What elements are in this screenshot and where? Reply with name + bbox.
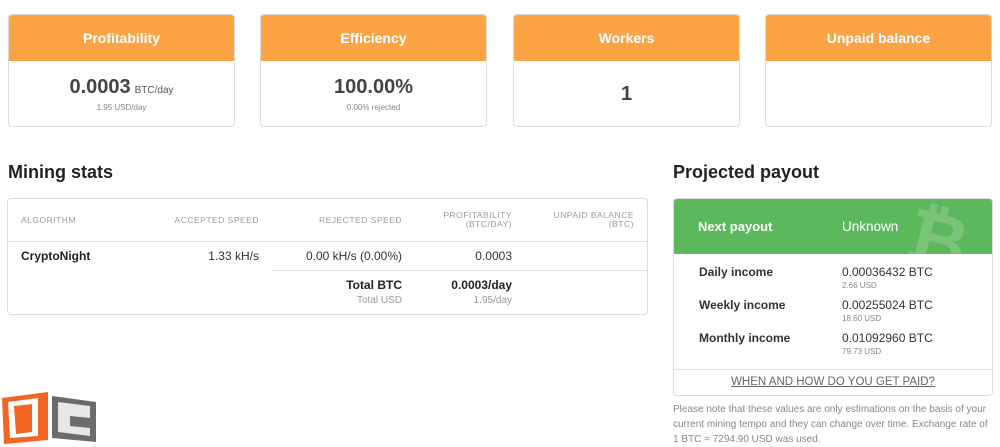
total-usd-label: Total USD <box>356 295 402 306</box>
mining-stats-title: Mining stats <box>8 162 114 182</box>
projected-payout-title: Projected payout <box>673 162 820 182</box>
mining-stats-table: ALGORITHM ACCEPTED SPEED REJECTED SPEED … <box>7 198 648 315</box>
weekly-income-label: Weekly income <box>699 298 786 312</box>
total-btc-value: 0.0003/day <box>451 278 512 292</box>
profitability-usd: 1.95 USD/day <box>96 103 147 112</box>
efficiency-rejected: 0.00% rejected <box>346 103 401 112</box>
algorithm-cryptonight: CryptoNight <box>21 249 91 263</box>
daily-income-btc: 0.00036432 BTC <box>842 265 933 279</box>
profitability-value: 0.0003 <box>69 76 131 98</box>
workers-title: Workers <box>514 15 739 61</box>
efficiency-card: Efficiency 100.00% 0.00% rejected <box>260 14 487 127</box>
monthly-income-label: Monthly income <box>699 331 791 345</box>
daily-income-usd: 2.66 USD <box>842 281 877 290</box>
next-payout-banner: ₿ Next payout Unknown <box>674 199 992 289</box>
header-divider <box>8 241 647 242</box>
daily-income-label: Daily income <box>699 265 774 279</box>
header-accepted-speed: ACCEPTED SPEED <box>174 215 259 225</box>
estimation-note: Please note that these values are only e… <box>673 404 988 445</box>
monthly-income-usd: 79.73 USD <box>842 347 882 356</box>
weekly-income-usd: 18.60 USD <box>842 314 882 323</box>
logo-icon <box>2 392 96 444</box>
workers-card[interactable]: Workers 1 <box>513 14 740 127</box>
payout-divider <box>674 369 992 370</box>
header-algorithm: ALGORITHM <box>21 215 77 225</box>
unpaid-balance-card: Unpaid balance <box>765 14 992 127</box>
unpaid-balance-title: Unpaid balance <box>766 15 991 61</box>
rejected-speed-value: 0.00 kH/s (0.00%) <box>305 249 402 263</box>
next-payout-value: Unknown <box>842 219 899 234</box>
workers-value: 1 <box>620 82 633 105</box>
efficiency-title: Efficiency <box>261 15 486 61</box>
accepted-speed-value: 1.33 kH/s <box>208 249 259 263</box>
header-unpaid-balance: UNPAID BALANCE (BTC) <box>553 210 634 229</box>
total-usd-value: 1.95/day <box>473 295 512 306</box>
projected-payout-box: ₿ Next payout Unknown Daily income 0.000… <box>673 198 993 396</box>
total-btc-label: Total BTC <box>346 278 402 292</box>
how-get-paid-link[interactable]: WHEN AND HOW DO YOU GET PAID? <box>674 376 992 388</box>
profitability-title: Profitability <box>9 15 234 61</box>
profitability-row-value: 0.0003 <box>475 249 512 263</box>
header-profitability: PROFITABILITY (BTC/DAY) <box>443 210 512 229</box>
monthly-income-btc: 0.01092960 BTC <box>842 331 933 345</box>
efficiency-value: 100.00% <box>334 76 413 98</box>
weekly-income-btc: 0.00255024 BTC <box>842 298 933 312</box>
next-payout-label: Next payout <box>698 219 773 234</box>
header-rejected-speed: REJECTED SPEED <box>318 215 402 225</box>
profitability-unit: BTC/day <box>134 85 174 96</box>
profitability-card: Profitability 0.0003 BTC/day 1.95 USD/day <box>8 14 235 127</box>
row-divider <box>272 270 647 271</box>
